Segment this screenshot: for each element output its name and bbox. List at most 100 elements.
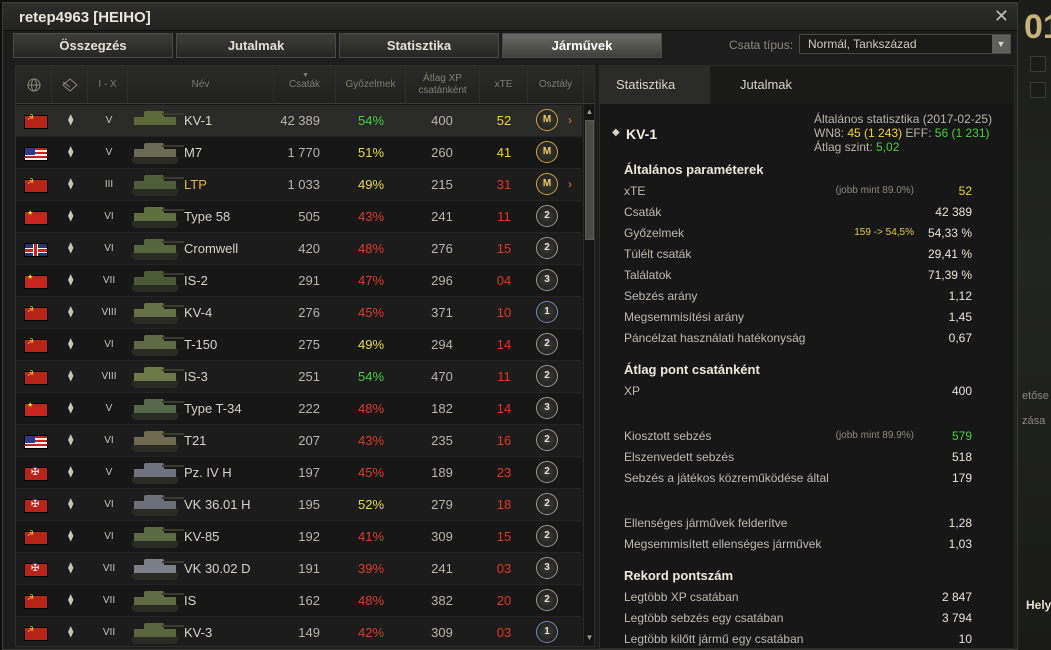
wins-column-header[interactable]: Győzelmek: [336, 66, 406, 104]
stat-value: 1,12: [948, 289, 972, 303]
mastery-badge-icon: 3: [536, 557, 558, 579]
tank-icon: [132, 335, 184, 356]
table-row[interactable]: ⧫ VII KV-3 149 42% 309 03 1: [16, 617, 582, 646]
table-row[interactable]: ⧫ VII IS-2 291 47% 296 04 3: [16, 265, 582, 297]
tab-rewards[interactable]: Jutalmak: [176, 33, 336, 58]
table-row[interactable]: ⧫ V M7 1 770 51% 260 41 M: [16, 137, 582, 169]
stat-label: Sebzés arány: [624, 289, 698, 303]
stat-row: Ellenséges járművek felderítve 1,28: [624, 516, 972, 536]
avg-xp-cell: 189: [431, 465, 453, 480]
tank-icon: [132, 463, 184, 484]
tab-summary[interactable]: Összegzés: [13, 33, 173, 58]
scroll-down-icon[interactable]: ▼: [584, 632, 594, 644]
table-row[interactable]: ⧫ V KV-1 42 389 54% 400 52 M ›: [16, 105, 582, 137]
tab-vehicles[interactable]: Járművek: [502, 33, 662, 58]
name-column-header[interactable]: Név: [128, 66, 274, 104]
stat-label: Túlélt csaták: [624, 247, 692, 261]
avg-xp-cell: 182: [431, 401, 453, 416]
tier-cell: VIII: [101, 371, 117, 382]
wn8-extra: (1 243): [864, 126, 903, 140]
tab-statistics[interactable]: Statisztika: [339, 33, 499, 58]
xte-cell: 10: [496, 305, 512, 320]
vehicle-type-icon: ⧫: [68, 242, 74, 254]
table-row[interactable]: ⧫ III LTP 1 033 49% 215 31 M ›: [16, 169, 582, 201]
avg-xp-cell: 371: [431, 305, 453, 320]
stat-value: 42 389: [935, 205, 972, 219]
stat-label: Találatok: [624, 268, 672, 282]
wins-cell: 41%: [357, 529, 385, 544]
battles-cell: 505: [298, 209, 320, 224]
vehicle-name: LTP: [184, 177, 207, 192]
xp-column-header[interactable]: Átlag XP csatánként: [406, 66, 480, 104]
chevron-right-icon[interactable]: ›: [568, 105, 572, 136]
scrollbar[interactable]: ▲ ▼: [583, 104, 594, 644]
chevron-right-icon[interactable]: ›: [568, 169, 572, 200]
stat-row: Megsemmisített ellenséges járművek 1,03: [624, 537, 972, 557]
stat-row: Csaták 42 389: [624, 205, 972, 225]
xte-cell: 11: [497, 369, 511, 384]
table-row[interactable]: ⧫ VI T-150 275 49% 294 14 2: [16, 329, 582, 361]
table-row[interactable]: ⧫ V Type T-34 222 48% 182 14 3: [16, 393, 582, 425]
battles-cell: 222: [298, 401, 320, 416]
mastery-badge-icon: 3: [536, 269, 558, 291]
table-row[interactable]: ⧫ VII VK 30.02 D 191 39% 241 03 3: [16, 553, 582, 585]
close-icon[interactable]: ✕: [994, 6, 1009, 27]
xte-cell: 03: [496, 561, 512, 576]
table-row[interactable]: ⧫ VII IS 162 48% 382 20 2: [16, 585, 582, 617]
table-row[interactable]: ⧫ VI T21 207 43% 235 16 2: [16, 425, 582, 457]
xte-cell: 15: [496, 529, 512, 544]
battle-type-select[interactable]: Normál, Tankszázad ▼: [799, 34, 1011, 54]
avg-level-line: Átlag szint: 5,02: [814, 140, 899, 154]
tank-icon: [132, 399, 184, 420]
vehicle-name: KV-85: [184, 529, 220, 544]
sort-desc-icon: ▼: [302, 72, 309, 79]
battles-cell: 275: [298, 337, 320, 352]
main-tabs: Összegzés Jutalmak Statisztika Járművek …: [13, 33, 1013, 59]
table-row[interactable]: ⧫ VI Cromwell 420 48% 276 15 2: [16, 233, 582, 265]
class-column-header[interactable]: Osztály: [528, 66, 584, 104]
wins-cell: 42%: [357, 625, 385, 640]
table-row[interactable]: ⧫ VI Type 58 505 43% 241 11 2: [16, 201, 582, 233]
avg-xp-cell: 400: [431, 113, 453, 128]
avg-level-value: 5,02: [876, 140, 900, 154]
tab-stats[interactable]: Statisztika: [600, 66, 710, 104]
battle-type-label: Csata típus:: [729, 38, 794, 52]
vehicle-type-icon: ⧫: [68, 594, 74, 606]
xte-cell: 52: [496, 113, 512, 128]
scroll-up-icon[interactable]: ▲: [584, 106, 594, 118]
scroll-thumb[interactable]: [585, 120, 594, 240]
battles-cell: 251: [298, 369, 320, 384]
table-row[interactable]: ⧫ VI VK 36.01 H 195 52% 279 18 2: [16, 489, 582, 521]
table-row[interactable]: ⧫ VI KV-85 192 41% 309 15 2: [16, 521, 582, 553]
stat-value: 54,33 %: [927, 226, 972, 240]
table-row[interactable]: ⧫ VIII KV-4 276 45% 371 10 1: [16, 297, 582, 329]
avg-xp-cell: 260: [431, 145, 453, 160]
nation-column-header[interactable]: [16, 66, 52, 104]
battles-cell: 207: [298, 433, 320, 448]
avg-xp-cell: 309: [431, 625, 453, 640]
tab-stats-rewards[interactable]: Jutalmak: [724, 66, 808, 104]
xte-cell: 15: [496, 241, 512, 256]
window-title: retep4963 [HEIHO]: [19, 9, 151, 26]
tank-icon: [132, 143, 184, 164]
nation-flag-icon: [24, 369, 48, 385]
xte-column-header[interactable]: xTE: [480, 66, 528, 104]
type-column-header[interactable]: [52, 66, 88, 104]
stat-label: Ellenséges járművek felderítve: [624, 516, 788, 530]
table-row[interactable]: ⧫ VIII IS-3 251 54% 470 11 2: [16, 361, 582, 393]
battles-column-header[interactable]: Csaták ▼: [274, 66, 336, 104]
tier-column-header[interactable]: I - X: [88, 66, 128, 104]
avg-xp-cell: 235: [431, 433, 453, 448]
eff-label: EFF:: [905, 126, 932, 140]
vehicle-name: Type 58: [184, 209, 231, 224]
vehicle-name: KV-4: [184, 305, 213, 320]
eff-extra: (1 231): [951, 126, 990, 140]
title-bar: retep4963 [HEIHO] ✕: [3, 3, 1017, 31]
vehicle-name: KV-3: [184, 625, 213, 640]
avg-xp-cell: 241: [431, 561, 453, 576]
table-row[interactable]: ⧫ V Pz. IV H 197 45% 189 23 2: [16, 457, 582, 489]
xte-cell: 11: [497, 209, 511, 224]
battles-cell: 1 033: [287, 177, 320, 192]
wins-cell: 43%: [357, 433, 385, 448]
chevron-down-icon[interactable]: ▼: [992, 35, 1010, 53]
